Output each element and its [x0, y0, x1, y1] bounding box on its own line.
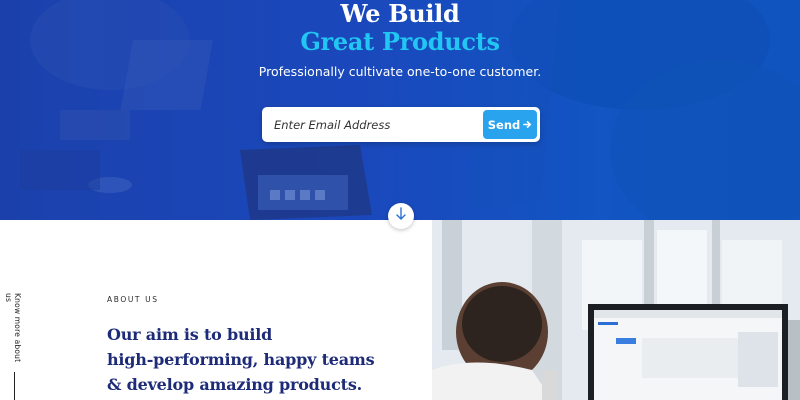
email-subscribe-form: Send	[262, 107, 540, 142]
hero-title-line1: We Build	[340, 0, 460, 28]
about-heading-line1: Our aim is to build	[107, 325, 273, 344]
hero-subtitle: Professionally cultivate one-to-one cust…	[258, 64, 542, 79]
email-input[interactable]	[274, 115, 474, 134]
about-heading-line3: & develop amazing products.	[107, 375, 363, 394]
hero-title-line2: Great Products	[300, 27, 500, 56]
about-heading: Our aim is to build high-performing, hap…	[107, 322, 407, 397]
know-more-link[interactable]: Know more about us	[4, 293, 22, 373]
about-eyebrow: ABOUT US	[107, 295, 159, 304]
send-button-label: Send	[487, 117, 521, 132]
send-button[interactable]: Send	[483, 110, 537, 139]
arrow-down-icon	[395, 206, 407, 226]
about-photo	[432, 220, 800, 400]
office-photo-illustration	[432, 220, 800, 400]
about-heading-line2: high-performing, happy teams	[107, 350, 375, 369]
arrow-right-icon	[523, 118, 532, 132]
side-divider	[14, 372, 15, 400]
scroll-down-button[interactable]	[388, 203, 414, 229]
hero-section: We Build Great Products Professionally c…	[0, 0, 800, 220]
